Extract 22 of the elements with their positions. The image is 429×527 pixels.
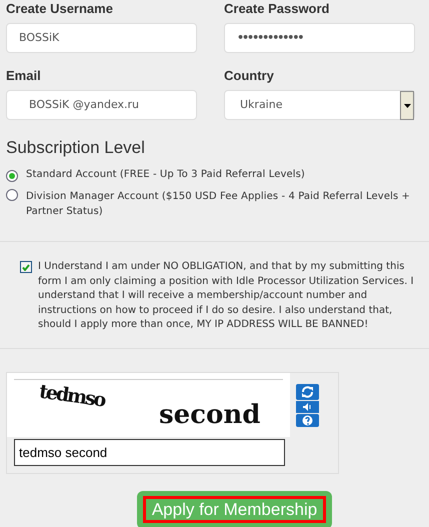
captcha-word: second	[159, 399, 260, 431]
agreement-text: I Understand I am under NO OBLIGATION, and that by my submitting this form I am only claiming a position with Idle Processor Utilization Services. I understand that I will receive a membership/account number and instructions on how to proceed if I do so desire. I also understand that, should I apply more than once, MY IP ADDRESS WILL BE BANNED!	[38, 260, 415, 332]
field-label: Create Username	[6, 1, 114, 17]
radio-label: Division Manager Account ($150 USD Fee Applies - 4 Paid Referral Levels + Partner Status)	[26, 191, 410, 217]
radio-button[interactable]	[6, 189, 18, 201]
password-field[interactable]: •••••••••••••	[224, 23, 415, 53]
field-label: Email	[6, 68, 42, 84]
radio-button[interactable]	[6, 170, 18, 182]
input-field[interactable]: BOSSiK	[6, 23, 197, 53]
speaker-icon[interactable]	[296, 401, 319, 413]
captcha-word: tedmso	[37, 380, 106, 414]
captcha-input[interactable]: tedmso second	[14, 439, 285, 466]
dropdown-arrow-icon	[404, 104, 410, 108]
input-field[interactable]: BOSSiK @yandex.ru	[6, 90, 197, 120]
country-dropdown[interactable]: Ukraine	[224, 90, 415, 120]
field-label: Country	[224, 68, 275, 84]
radio-label: Standard Account (FREE - Up To 3 Paid Referral Levels)	[26, 169, 305, 180]
help-icon[interactable]	[296, 414, 319, 427]
refresh-icon[interactable]	[296, 384, 319, 400]
field-label: Create Password	[224, 1, 330, 17]
section-title: Subscription Level	[6, 138, 146, 158]
checkbox[interactable]	[20, 261, 32, 273]
